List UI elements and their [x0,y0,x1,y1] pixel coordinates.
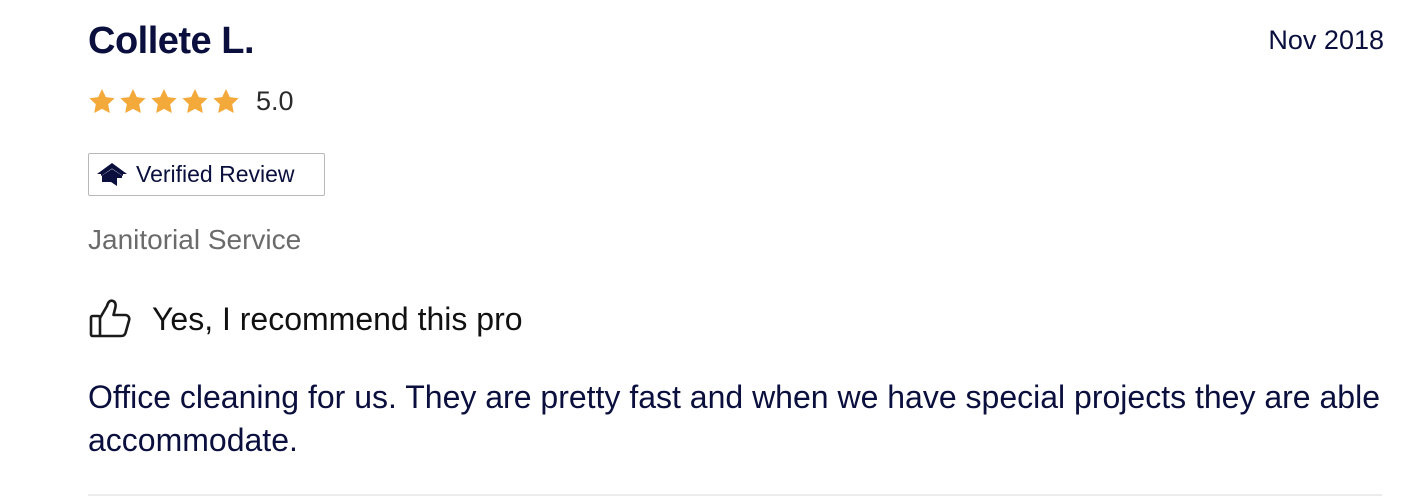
review-text: Office cleaning for us. They are pretty … [88,379,1380,458]
thumbs-up-icon [88,298,132,340]
review-date: Nov 2018 [1268,25,1384,55]
star-rating [88,88,240,115]
reviewer-name: Collete L. [88,20,255,62]
recommendation: Yes, I recommend this pro [88,298,523,340]
badge-label: Verified Review [136,161,295,187]
verified-review-badge: Verified Review [88,153,325,196]
star-icon [212,88,240,115]
service-name: Janitorial Service [88,224,302,255]
star-icon [119,88,147,115]
rating-value: 5.0 [256,86,294,116]
star-icon [181,88,209,115]
house-icon [96,162,128,188]
review-card: Collete L. Nov 2018 5.0 Verified Review … [0,0,1422,498]
recommendation-label: Yes, I recommend this pro [152,301,523,337]
star-icon [150,88,178,115]
divider [88,494,1382,496]
rating-row: 5.0 [88,84,294,118]
star-icon [88,88,116,115]
